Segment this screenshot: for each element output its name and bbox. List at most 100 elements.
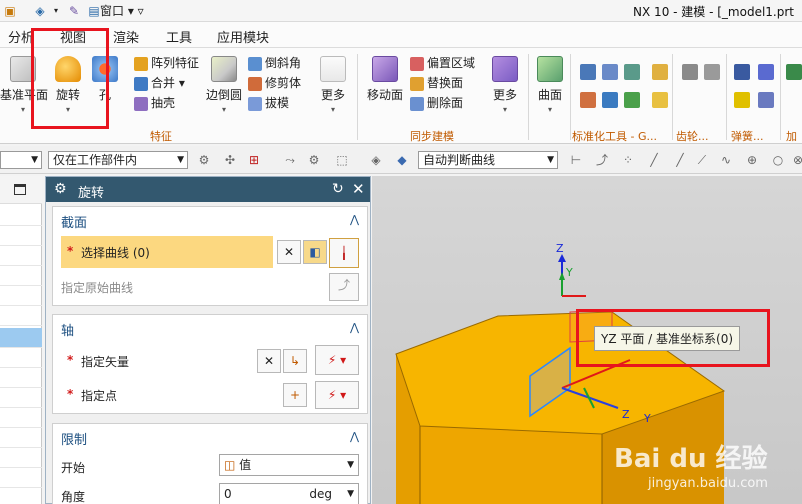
std-tool-icon[interactable]	[652, 92, 668, 108]
snap-icon[interactable]: ✣	[222, 152, 238, 168]
curve-rule-button[interactable]: ✕	[277, 240, 301, 264]
curve-point-icon[interactable]: ∿	[718, 152, 734, 168]
graphics-viewport[interactable]: Z Y Z Y YZ 平面 / 基准坐标系(0) Bai du 经验 jingy…	[372, 176, 802, 504]
endpoint-icon[interactable]: ⟋	[694, 152, 710, 168]
vector-type-dropdown[interactable]: ⚡ ▾	[315, 345, 359, 375]
std-tool-icon[interactable]	[624, 64, 640, 80]
collapse-icon[interactable]: ⋀	[350, 430, 359, 443]
gear-icon[interactable]: ⚙	[306, 152, 322, 168]
list-item[interactable]	[0, 428, 42, 448]
box-select-icon[interactable]: ⬚	[334, 152, 350, 168]
list-item[interactable]	[0, 468, 42, 488]
more-feature-button[interactable]: 更多 ▾	[316, 56, 350, 114]
draft-button[interactable]: 拔模	[248, 94, 308, 114]
curve-select-icon[interactable]: ╽	[329, 238, 359, 268]
list-item-selected[interactable]	[0, 328, 42, 348]
nx-logo-icon: ▣	[4, 4, 16, 18]
circle-icon[interactable]: ○	[770, 152, 786, 168]
section-title[interactable]: 截面	[61, 212, 87, 231]
close-icon[interactable]: ✕	[352, 180, 365, 198]
spring-tool-icon[interactable]	[734, 64, 750, 80]
list-item[interactable]	[0, 348, 42, 368]
machining-tool-icon[interactable]	[786, 64, 802, 80]
point-type-dropdown[interactable]: ⚡ ▾	[315, 381, 359, 409]
list-item[interactable]	[0, 266, 42, 286]
reset-icon[interactable]: ↻	[332, 181, 344, 197]
snap-grid-icon[interactable]: ⁘	[620, 152, 636, 168]
gear-tool-icon[interactable]	[682, 64, 698, 80]
point-dialog-button[interactable]: +	[283, 383, 307, 407]
chamfer-button[interactable]: 倒斜角	[248, 54, 308, 74]
std-tool-icon[interactable]	[602, 64, 618, 80]
relation-icon[interactable]: ⤳	[282, 152, 298, 168]
surface-button[interactable]: 曲面 ▾	[534, 56, 566, 114]
start-type-select[interactable]: ◫ 值 ▼	[219, 454, 359, 476]
menu-applications[interactable]: 应用模块	[217, 27, 269, 46]
origin-curve-button[interactable]: ⤴	[329, 273, 359, 301]
std-tool-icon[interactable]	[652, 64, 668, 80]
menu-bar: 分析 视图 渲染 工具 应用模块	[0, 22, 802, 48]
std-tool-icon[interactable]	[580, 64, 596, 80]
cross-icon[interactable]: ⊗	[790, 152, 802, 168]
std-tool-icon[interactable]	[602, 92, 618, 108]
scope-value: 仅在工作部件内	[53, 153, 138, 167]
offset-region-label: 偏置区域	[427, 56, 476, 70]
more-sync-button[interactable]: 更多 ▾	[488, 56, 522, 114]
solid-select-icon[interactable]: ◈	[368, 152, 384, 168]
menu-tools[interactable]: 工具	[166, 27, 192, 46]
window-icon[interactable]	[14, 184, 26, 195]
list-item[interactable]	[0, 246, 42, 266]
edge-blend-button[interactable]: 边倒圆 ▾	[204, 56, 244, 114]
list-item[interactable]	[0, 206, 42, 226]
spring-tool-icon[interactable]	[758, 64, 774, 80]
list-item[interactable]	[0, 448, 42, 468]
dropdown-arrow-icon: ▼	[347, 489, 354, 499]
pattern-feature-button[interactable]: 阵列特征	[134, 54, 204, 74]
center-icon[interactable]: ⊕	[744, 152, 760, 168]
offset-region-button[interactable]: 偏置区域	[410, 54, 480, 74]
list-item[interactable]	[0, 286, 42, 306]
limits-title[interactable]: 限制	[61, 429, 87, 448]
line-icon[interactable]: ╱	[646, 152, 662, 168]
sketch-section-button[interactable]: ◧	[303, 240, 327, 264]
vector-dialog-button[interactable]: ↳	[283, 349, 307, 373]
delete-face-button[interactable]: 删除面	[410, 94, 480, 114]
type-filter-combo[interactable]: ▼	[0, 151, 42, 169]
list-item[interactable]	[0, 306, 42, 326]
list-item[interactable]	[0, 226, 42, 246]
point-select-icon[interactable]: ⊞	[246, 152, 262, 168]
replace-face-button[interactable]: 替换面	[410, 74, 480, 94]
spring-tool-icon[interactable]	[734, 92, 750, 108]
stop-at-intersection-icon[interactable]: ⊢	[568, 152, 584, 168]
select-curve-row[interactable]: * 选择曲线 (0)	[61, 236, 273, 268]
face-select-icon[interactable]: ◆	[394, 152, 410, 168]
shell-button[interactable]: 抽壳	[134, 94, 204, 114]
gear-tool-icon[interactable]	[704, 64, 720, 80]
dropdown-arrow-icon[interactable]: ▾	[48, 3, 64, 19]
shield-app-icon[interactable]: ◈	[32, 3, 48, 19]
filter-icon[interactable]: ⚙	[196, 152, 212, 168]
axis-title[interactable]: 轴	[61, 320, 74, 339]
angle-unit: deg	[309, 487, 332, 501]
move-face-button[interactable]: 移动面	[366, 56, 404, 103]
angle-input[interactable]: 0 deg ▼	[219, 483, 359, 504]
window-menu[interactable]: 窗口 ▾ ▿	[100, 2, 144, 19]
list-item[interactable]	[0, 368, 42, 388]
unite-button[interactable]: 合并 ▾	[134, 74, 204, 94]
collapse-icon[interactable]: ⋀	[350, 213, 359, 226]
std-tool-icon[interactable]	[580, 92, 596, 108]
std-tool-icon[interactable]	[624, 92, 640, 108]
follow-fillet-icon[interactable]: ⤴	[594, 152, 610, 168]
list-item[interactable]	[0, 388, 42, 408]
list-item[interactable]	[0, 408, 42, 428]
menu-render[interactable]: 渲染	[113, 27, 139, 46]
line-icon[interactable]: ╱	[672, 152, 688, 168]
reverse-direction-button[interactable]: ✕	[257, 349, 281, 373]
curve-rule-combo[interactable]: 自动判断曲线 ▼	[418, 151, 558, 169]
collapse-icon[interactable]: ⋀	[350, 321, 359, 334]
gear-icon: ⚙	[54, 181, 67, 197]
pen-icon[interactable]: ✎	[66, 3, 82, 19]
scope-combo[interactable]: 仅在工作部件内 ▼	[48, 151, 188, 169]
spring-tool-icon[interactable]	[758, 92, 774, 108]
trim-body-button[interactable]: 修剪体	[248, 74, 308, 94]
